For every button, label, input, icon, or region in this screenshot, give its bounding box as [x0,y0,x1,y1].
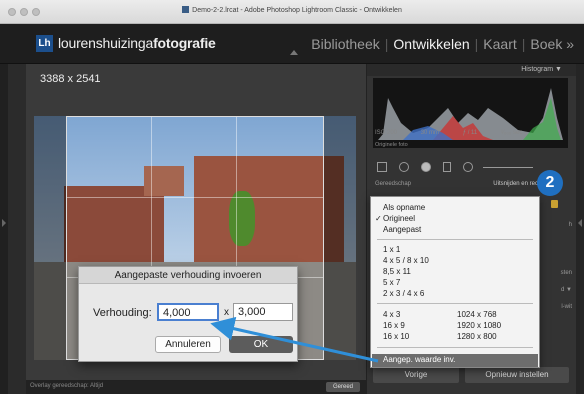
annotation-arrow [210,316,379,363]
